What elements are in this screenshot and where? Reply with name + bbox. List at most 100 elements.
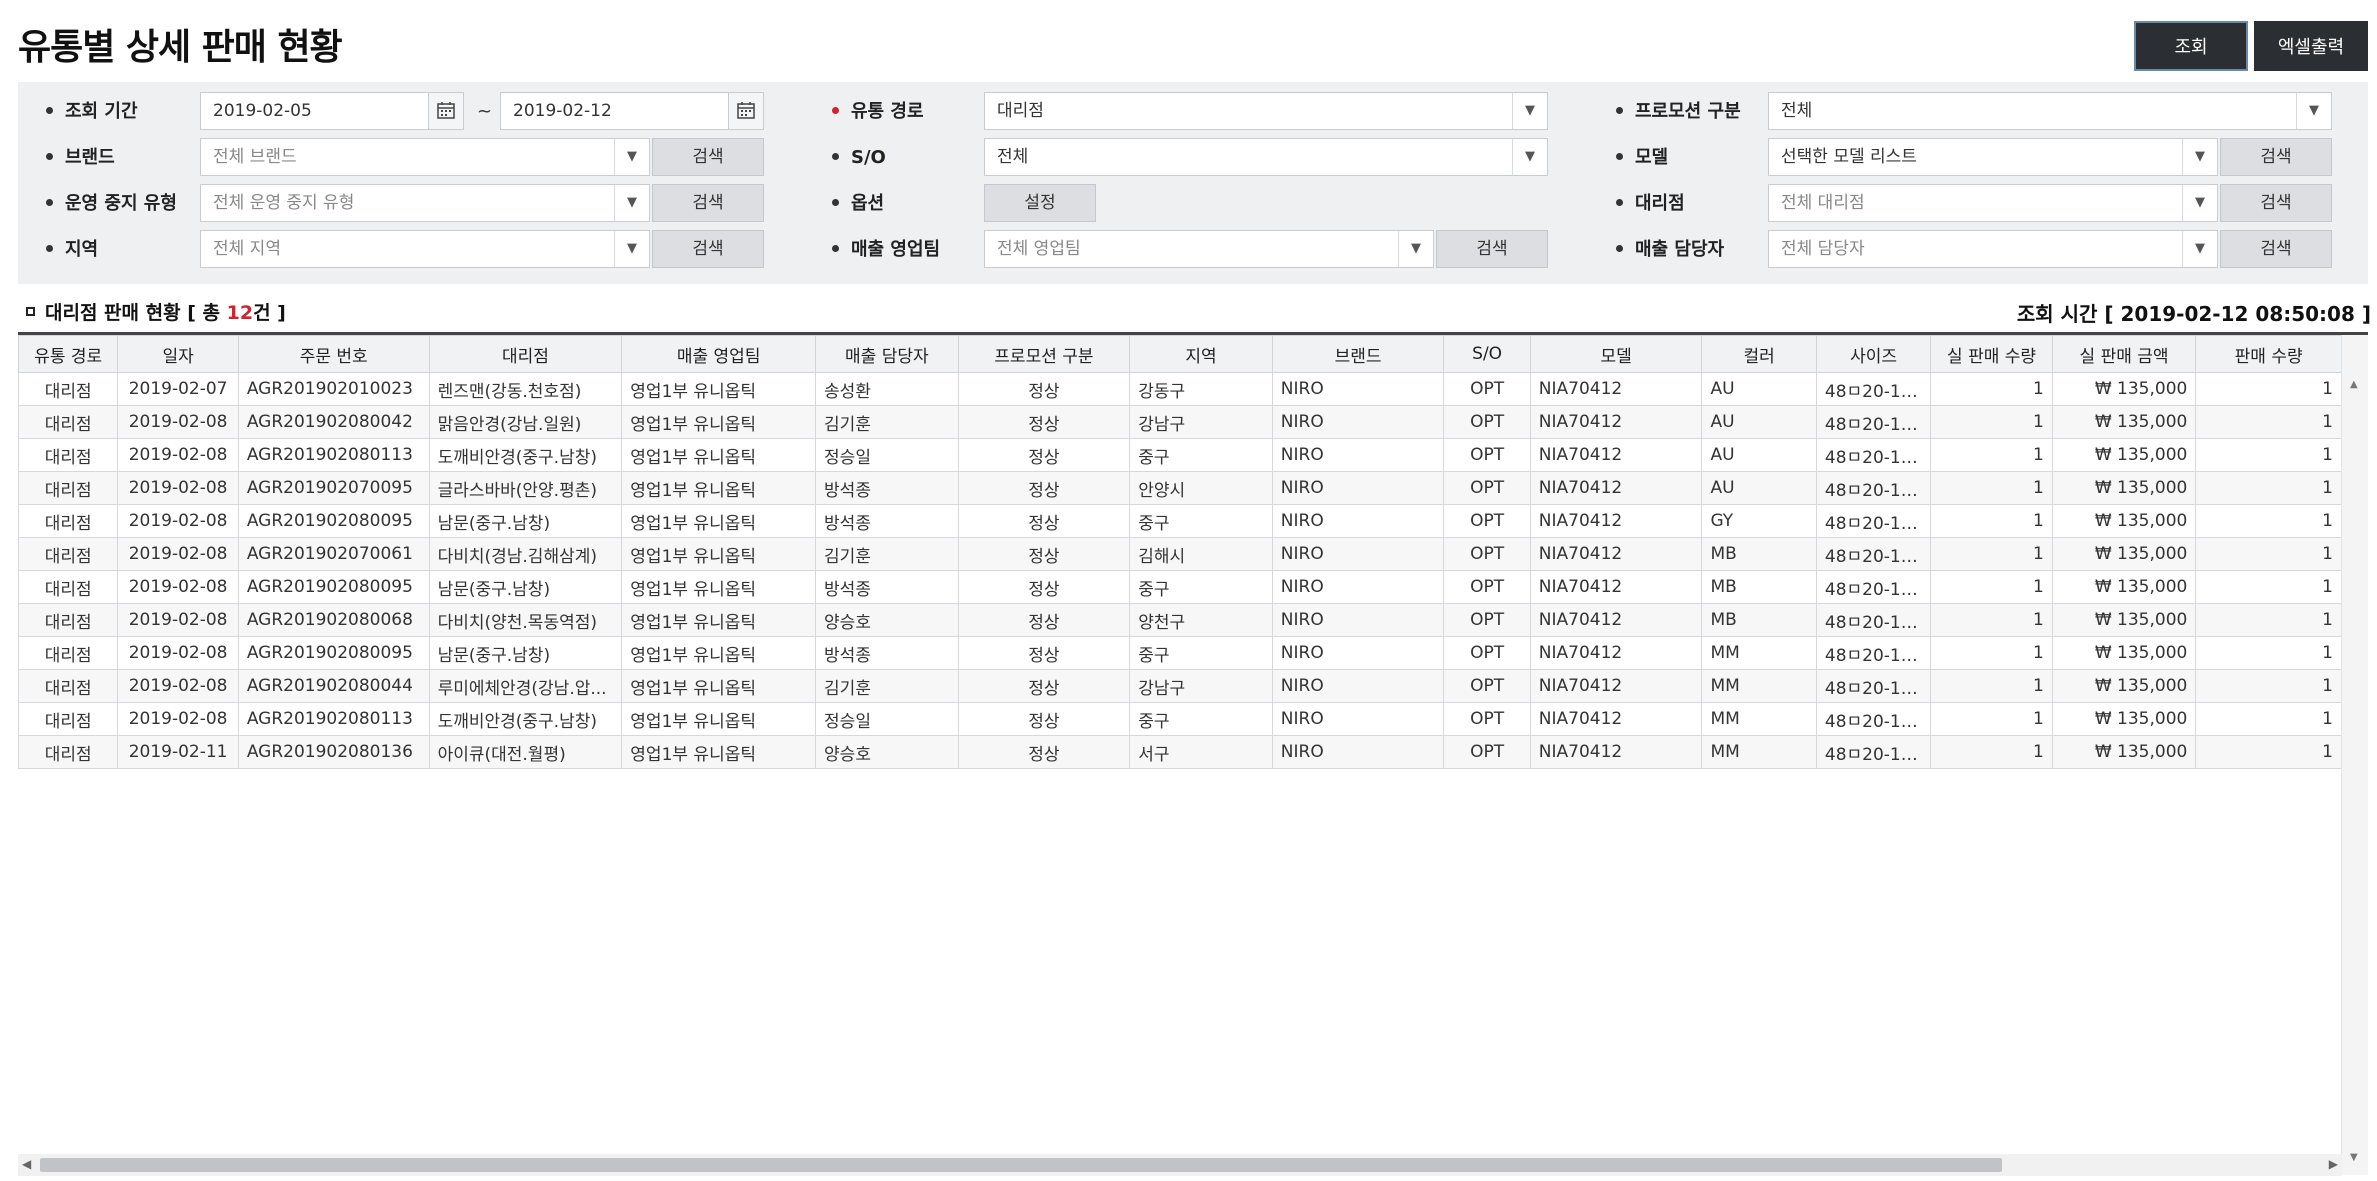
column-header[interactable]: 대리점 xyxy=(428,335,623,373)
table-cell: 영업1부 유니옵틱 xyxy=(621,636,817,670)
scroll-up-icon[interactable]: ▲ xyxy=(2350,379,2358,390)
column-header[interactable]: 모델 xyxy=(1529,335,1703,373)
table-row[interactable]: 대리점 2019-02-08 AGR201902070095 글라스바바(안양.평촌)… xyxy=(17,471,2342,505)
model-search-button[interactable]: 검색 xyxy=(2220,138,2332,176)
manager-select[interactable]: 전체 담당자 ▼ xyxy=(1768,230,2218,268)
table-cell: NIA70412 xyxy=(1529,372,1703,406)
table-cell: 2019-02-08 xyxy=(117,636,239,670)
table-cell: NIA70412 xyxy=(1529,603,1703,637)
column-header[interactable]: 매출 영업팀 xyxy=(621,335,817,373)
table-cell: GY xyxy=(1701,504,1817,538)
search-button[interactable]: 조회 xyxy=(2134,21,2248,71)
stop-type-select[interactable]: 전체 운영 중지 유형 ▼ xyxy=(200,184,650,222)
scroll-right-icon[interactable]: ▶ xyxy=(2329,1157,2338,1171)
column-header[interactable]: 브랜드 xyxy=(1271,335,1445,373)
table-cell: 1 xyxy=(1930,537,2053,571)
table-cell: AU xyxy=(1701,438,1817,472)
channel-select[interactable]: 대리점 ▼ xyxy=(984,92,1548,130)
column-header[interactable]: 판매 수량 xyxy=(2195,335,2342,373)
table-cell: 정상 xyxy=(957,735,1131,769)
scroll-left-icon[interactable]: ◀ xyxy=(22,1157,31,1171)
column-header[interactable]: 실 판매 금액 xyxy=(2051,335,2197,373)
horizontal-scrollbar[interactable]: ◀ ▶ xyxy=(18,1154,2342,1176)
table-cell: 남문(중구.남창) xyxy=(428,570,623,604)
table-cell: NIRO xyxy=(1271,372,1445,406)
chevron-down-icon[interactable]: ▼ xyxy=(1512,93,1547,129)
table-cell: NIA70412 xyxy=(1529,504,1703,538)
model-select[interactable]: 선택한 모델 리스트 ▼ xyxy=(1768,138,2218,176)
chevron-down-icon[interactable]: ▼ xyxy=(2182,139,2217,175)
table-row[interactable]: 대리점 2019-02-08 AGR201902080068 다비치(양천.목동역점)… xyxy=(17,603,2342,637)
table-cell: 1 xyxy=(1930,669,2053,703)
so-select[interactable]: 전체 ▼ xyxy=(984,138,1548,176)
region-search-button[interactable]: 검색 xyxy=(652,230,764,268)
chevron-down-icon[interactable]: ▼ xyxy=(614,185,649,221)
chevron-down-icon[interactable]: ▼ xyxy=(614,231,649,267)
model-label: 모델 xyxy=(1616,138,1668,178)
table-cell: ₩ 135,000 xyxy=(2051,603,2197,637)
table-row[interactable]: 대리점 2019-02-08 AGR201902080113 도깨비안경(중구.남창)… xyxy=(17,702,2342,736)
table-cell: ₩ 135,000 xyxy=(2051,636,2197,670)
column-header[interactable]: 주문 번호 xyxy=(237,335,430,373)
so-label: S/O xyxy=(832,138,886,178)
table-cell: 48ㅁ20-140 xyxy=(1815,603,1932,637)
column-header[interactable]: 일자 xyxy=(117,335,239,373)
table-row[interactable]: 대리점 2019-02-08 AGR201902080044 루미에체안경(강남.압.… xyxy=(17,669,2342,703)
table-cell: 1 xyxy=(1930,735,2053,769)
scrollbar-thumb[interactable] xyxy=(40,1158,2002,1172)
scroll-down-icon[interactable]: ▼ xyxy=(2350,1152,2358,1163)
chevron-down-icon[interactable]: ▼ xyxy=(1512,139,1547,175)
table-cell: OPT xyxy=(1443,669,1531,703)
table-row[interactable]: 대리점 2019-02-08 AGR201902080113 도깨비안경(중구.남창)… xyxy=(17,438,2342,472)
table-cell: NIRO xyxy=(1271,570,1445,604)
team-search-button[interactable]: 검색 xyxy=(1436,230,1548,268)
table-cell: 정승일 xyxy=(815,438,959,472)
table-row[interactable]: 대리점 2019-02-08 AGR201902080095 남문(중구.남창) 영업1… xyxy=(17,504,2342,538)
column-header[interactable]: 프로모션 구분 xyxy=(957,335,1131,373)
team-select[interactable]: 전체 영업팀 ▼ xyxy=(984,230,1434,268)
table-cell: 48ㅁ20-140 xyxy=(1815,405,1932,439)
table-cell: 1 xyxy=(1930,372,2053,406)
column-header[interactable]: 실 판매 수량 xyxy=(1930,335,2053,373)
column-header[interactable]: 유통 경로 xyxy=(17,335,119,373)
calendar-icon[interactable] xyxy=(728,93,763,129)
table-row[interactable]: 대리점 2019-02-08 AGR201902080095 남문(중구.남창) 영업1… xyxy=(17,636,2342,670)
table-cell: NIA70412 xyxy=(1529,471,1703,505)
table-row[interactable]: 대리점 2019-02-08 AGR201902080095 남문(중구.남창) 영업1… xyxy=(17,570,2342,604)
chevron-down-icon[interactable]: ▼ xyxy=(2182,231,2217,267)
table-cell: MM xyxy=(1701,669,1817,703)
table-cell: 영업1부 유니옵틱 xyxy=(621,570,817,604)
column-header[interactable]: 컬러 xyxy=(1701,335,1817,373)
date-from-input[interactable]: 2019-02-05 xyxy=(200,92,464,130)
sales-grid: 유통 경로 일자 주문 번호 대리점 매출 영업팀 매출 담당자 프로모션 구분 지역 브랜드 S… xyxy=(17,332,2368,1179)
brand-search-button[interactable]: 검색 xyxy=(652,138,764,176)
table-row[interactable]: 대리점 2019-02-08 AGR201902070061 다비치(경남.김해삼계)… xyxy=(17,537,2342,571)
vertical-scrollbar[interactable]: ▲ ▼ xyxy=(2341,335,2368,1175)
table-cell: 정상 xyxy=(957,702,1131,736)
column-header[interactable]: 사이즈 xyxy=(1815,335,1932,373)
manager-search-button[interactable]: 검색 xyxy=(2220,230,2332,268)
chevron-down-icon[interactable]: ▼ xyxy=(1398,231,1433,267)
brand-select[interactable]: 전체 브랜드 ▼ xyxy=(200,138,650,176)
stop-type-search-button[interactable]: 검색 xyxy=(652,184,764,222)
table-row[interactable]: 대리점 2019-02-07 AGR201902010023 렌즈맨(강동.천호점) 영… xyxy=(17,372,2342,406)
promotion-select[interactable]: 전체 ▼ xyxy=(1768,92,2332,130)
column-header[interactable]: 매출 담당자 xyxy=(815,335,959,373)
calendar-icon[interactable] xyxy=(428,93,463,129)
date-to-input[interactable]: 2019-02-12 xyxy=(500,92,764,130)
chevron-down-icon[interactable]: ▼ xyxy=(2296,93,2331,129)
agency-select[interactable]: 전체 대리점 ▼ xyxy=(1768,184,2218,222)
column-header[interactable]: S/O xyxy=(1443,335,1531,373)
table-row[interactable]: 대리점 2019-02-11 AGR201902080136 아이큐(대전.월평) 영업… xyxy=(17,735,2342,769)
table-cell: 정상 xyxy=(957,603,1131,637)
table-cell: 정상 xyxy=(957,405,1131,439)
region-select[interactable]: 전체 지역 ▼ xyxy=(200,230,650,268)
agency-search-button[interactable]: 검색 xyxy=(2220,184,2332,222)
chevron-down-icon[interactable]: ▼ xyxy=(614,139,649,175)
table-cell: 1 xyxy=(2195,570,2342,604)
excel-export-button[interactable]: 엑셀출력 xyxy=(2254,21,2368,71)
option-settings-button[interactable]: 설정 xyxy=(984,184,1096,222)
chevron-down-icon[interactable]: ▼ xyxy=(2182,185,2217,221)
column-header[interactable]: 지역 xyxy=(1129,335,1273,373)
table-row[interactable]: 대리점 2019-02-08 AGR201902080042 맑음안경(강남.일원) 영… xyxy=(17,405,2342,439)
